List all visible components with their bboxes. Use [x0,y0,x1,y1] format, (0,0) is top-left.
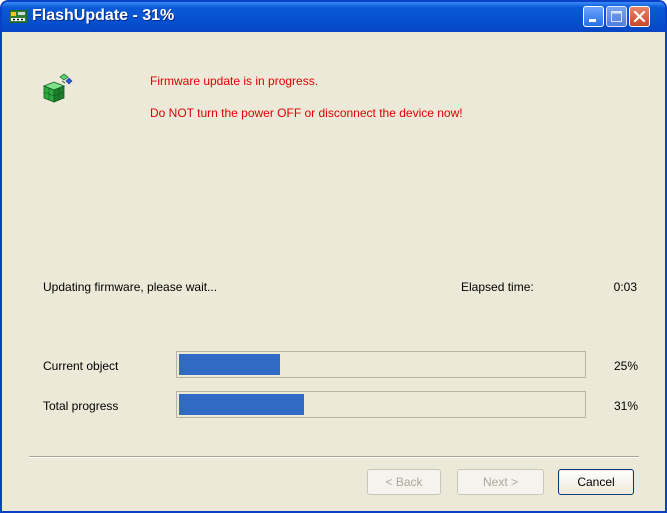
maximize-button[interactable] [606,6,627,27]
minimize-button[interactable] [583,6,604,27]
current-object-progress-fill [179,354,280,375]
elapsed-time-label: Elapsed time: [461,280,534,294]
close-icon [633,10,646,23]
flashupdate-window: FlashUpdate - 31% Firmware update is in … [0,0,667,513]
cancel-button[interactable]: Cancel [558,469,634,495]
chip-board-icon [8,9,28,24]
dialog-content: Firmware update is in progress. Do NOT t… [2,32,665,511]
back-button[interactable]: < Back [367,469,441,495]
cube-update-icon [40,72,74,106]
current-object-percent: 25% [613,359,638,373]
total-progress-fill [179,394,304,415]
total-progress-percent: 31% [613,399,638,413]
total-progress-label: Total progress [43,399,119,413]
current-object-progress-bar [176,351,586,378]
warning-line-2: Do NOT turn the power OFF or disconnect … [150,106,463,120]
maximize-icon [611,11,622,22]
elapsed-time-value: 0:03 [613,280,637,294]
next-button[interactable]: Next > [457,469,544,495]
window-title: FlashUpdate - 31% [32,7,175,24]
footer-divider [29,456,639,458]
status-message: Updating firmware, please wait... [43,280,218,294]
close-button[interactable] [629,6,650,27]
minimize-icon [589,19,596,22]
current-object-label: Current object [43,359,119,373]
title-bar[interactable]: FlashUpdate - 31% [2,2,665,32]
warning-line-1: Firmware update is in progress. [150,74,319,88]
total-progress-bar [176,391,586,418]
